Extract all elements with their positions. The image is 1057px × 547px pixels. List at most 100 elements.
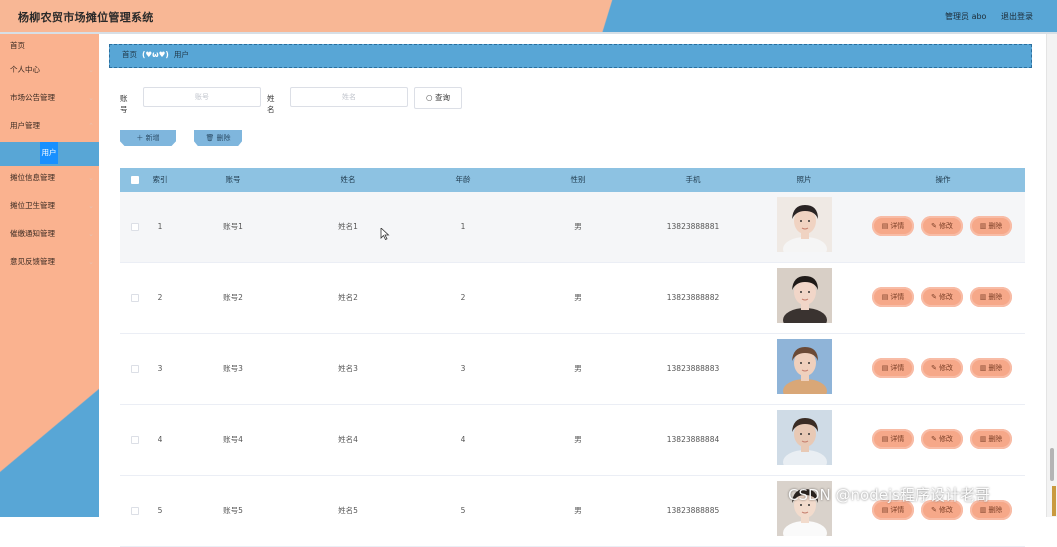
trash-icon: ▥ (979, 293, 987, 301)
user-photo (777, 339, 832, 394)
document-icon: ▤ (881, 293, 889, 301)
account-label: 账号 (120, 94, 128, 114)
edit-button[interactable]: ✎ 修改 (921, 287, 963, 307)
add-button-label: 新增 (145, 134, 160, 142)
document-icon: ▤ (881, 506, 889, 514)
cell-index: 2 (157, 293, 163, 302)
sidebar-item-stall-hygiene[interactable]: 摊位卫生管理 ⌄ (0, 194, 99, 222)
mouse-cursor-icon (380, 228, 390, 240)
detail-button-label: 详情 (890, 364, 905, 372)
batch-delete-button[interactable]: 🗑 删除 (194, 130, 242, 146)
top-header: 杨柳农贸市场摊位管理系统 管理员 abo 退出登录 (0, 0, 1057, 32)
sidebar-item-market-notice[interactable]: 市场公告管理 ⌄ (0, 86, 99, 114)
query-button[interactable]: ○ 查询 (414, 87, 462, 109)
detail-button-label: 详情 (890, 435, 905, 443)
batch-delete-label: 删除 (216, 134, 231, 142)
select-all-checkbox[interactable] (131, 176, 139, 184)
sidebar-item-payment-notice[interactable]: 催缴通知管理 ⌄ (0, 222, 99, 250)
sidebar: 首页 个人中心 ⌄ 市场公告管理 ⌄ 用户管理 ⌃ 用户 摊位信息管理 ⌄ 摊位… (0, 34, 99, 517)
add-button[interactable]: ＋ 新增 (120, 130, 176, 146)
logout-link[interactable]: 退出登录 (1001, 12, 1033, 21)
delete-button[interactable]: ▥ 删除 (970, 287, 1012, 307)
row-checkbox[interactable] (131, 507, 139, 515)
col-age: 年龄 (455, 175, 471, 184)
row-checkbox[interactable] (131, 294, 139, 302)
cell-phone: 13823888885 (666, 506, 720, 515)
page-scrollbar[interactable] (1046, 34, 1057, 517)
name-search-input[interactable] (290, 87, 408, 107)
cell-age: 3 (460, 364, 466, 373)
sidebar-item-label: 首页 (10, 41, 25, 50)
chevron-down-icon: ⌄ (88, 94, 94, 102)
cell-phone: 13823888883 (666, 364, 720, 373)
sidebar-item-personal-center[interactable]: 个人中心 ⌄ (0, 58, 99, 86)
user-photo (777, 197, 832, 252)
row-checkbox[interactable] (131, 365, 139, 373)
document-icon: ▤ (881, 364, 889, 372)
table-row: 1 账号1 姓名1 1 男 13823888881 ▤ 详情 ✎ 修改 ▥ 删除 (120, 192, 1025, 263)
col-gender: 性别 (570, 175, 586, 184)
sidebar-item-home[interactable]: 首页 (0, 34, 99, 58)
edit-icon: ✎ (931, 364, 937, 372)
cell-name: 姓名5 (338, 506, 358, 515)
search-icon: ○ (426, 93, 433, 102)
sidebar-subitem-user[interactable]: 用户 (0, 142, 99, 166)
delete-button[interactable]: ▥ 删除 (970, 358, 1012, 378)
scrollbar-thumb[interactable] (1050, 448, 1054, 481)
trash-icon: ▥ (979, 506, 987, 514)
breadcrumb-current: 用户 (173, 50, 189, 59)
edit-button[interactable]: ✎ 修改 (921, 429, 963, 449)
cell-gender: 男 (574, 435, 582, 444)
detail-button[interactable]: ▤ 详情 (872, 358, 914, 378)
detail-button-label: 详情 (890, 293, 905, 301)
sidebar-item-stall-info[interactable]: 摊位信息管理 ⌄ (0, 166, 99, 194)
trash-icon: ▥ (979, 222, 987, 230)
cell-name: 姓名4 (338, 435, 358, 444)
detail-button[interactable]: ▤ 详情 (872, 287, 914, 307)
row-checkbox[interactable] (131, 223, 139, 231)
cell-phone: 13823888882 (666, 293, 720, 302)
sidebar-item-label: 个人中心 (10, 65, 40, 74)
cell-age: 4 (460, 435, 466, 444)
document-icon: ▤ (881, 435, 889, 443)
edit-button-label: 修改 (938, 364, 953, 372)
row-checkbox[interactable] (131, 436, 139, 444)
edit-button-label: 修改 (938, 506, 953, 514)
cell-account: 账号2 (223, 293, 243, 302)
chevron-down-icon: ⌄ (88, 66, 94, 74)
edit-button[interactable]: ✎ 修改 (921, 358, 963, 378)
watermark: CSDN @nodejs程序设计老哥 (788, 486, 990, 504)
breadcrumb-home[interactable]: 首页 (122, 50, 137, 59)
col-name: 姓名 (340, 175, 356, 184)
col-account: 账号 (225, 175, 241, 184)
delete-button[interactable]: ▥ 删除 (970, 216, 1012, 236)
cell-index: 5 (157, 506, 163, 515)
sidebar-item-label: 摊位卫生管理 (10, 201, 55, 210)
cell-name: 姓名1 (338, 222, 358, 231)
table-row: 2 账号2 姓名2 2 男 13823888882 ▤ 详情 ✎ 修改 ▥ 删除 (120, 263, 1025, 334)
chevron-up-icon: ⌃ (88, 122, 94, 130)
cell-account: 账号3 (223, 364, 243, 373)
trash-icon: ▥ (979, 364, 987, 372)
delete-button[interactable]: ▥ 删除 (970, 429, 1012, 449)
delete-button-label: 删除 (988, 293, 1003, 301)
cell-phone: 13823888881 (666, 222, 720, 231)
sidebar-item-label: 催缴通知管理 (10, 229, 55, 238)
cell-age: 5 (460, 506, 466, 515)
cell-gender: 男 (574, 293, 582, 302)
breadcrumb-separator: (♥ω♥) (142, 50, 169, 59)
detail-button[interactable]: ▤ 详情 (872, 216, 914, 236)
delete-button-label: 删除 (988, 364, 1003, 372)
detail-button[interactable]: ▤ 详情 (872, 429, 914, 449)
cell-gender: 男 (574, 364, 582, 373)
cell-index: 4 (157, 435, 163, 444)
sidebar-item-feedback[interactable]: 意见反馈管理 ⌄ (0, 250, 99, 278)
breadcrumb: 首页 (♥ω♥) 用户 (109, 44, 1032, 68)
trash-icon: 🗑 (205, 134, 215, 142)
edit-button[interactable]: ✎ 修改 (921, 216, 963, 236)
chevron-down-icon: ⌄ (88, 174, 94, 182)
sidebar-item-user-management[interactable]: 用户管理 ⌃ (0, 114, 99, 142)
cell-phone: 13823888884 (666, 435, 720, 444)
current-user-label: 管理员 abo (945, 12, 987, 21)
account-search-input[interactable] (143, 87, 261, 107)
